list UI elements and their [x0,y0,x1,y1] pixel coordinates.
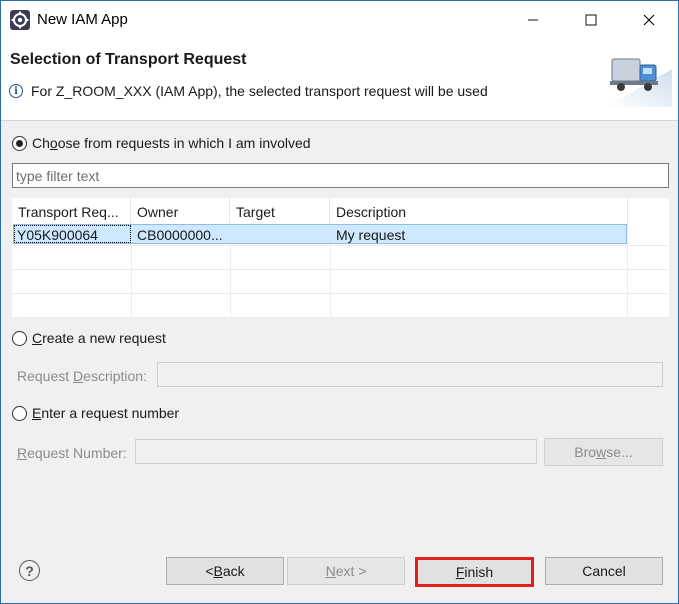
column-header-transport-request[interactable]: Transport Req... [12,198,131,224]
header-message: i For Z_ROOM_XXX (IAM App), the selected… [9,83,488,99]
table-row-empty [12,294,669,318]
close-button[interactable] [620,1,678,39]
column-header-description[interactable]: Description [330,198,628,224]
info-icon: i [9,84,23,98]
finish-button[interactable]: Finish [415,557,534,587]
page-title: Selection of Transport Request [10,51,247,68]
enter-request-radio[interactable] [12,405,27,421]
table-row-empty [12,246,669,270]
cell-description: My request [336,227,406,243]
enter-request-label: Enter a request number [32,405,180,421]
column-header-owner[interactable]: Owner [131,198,230,224]
request-description-input[interactable] [157,362,663,387]
dialog-window: New IAM App Selection of Transport Reque… [0,0,679,604]
next-button[interactable]: Next > [287,557,405,585]
selected-table-row[interactable]: Y05K900064 CB0000000... My request [13,224,627,244]
create-request-radio[interactable] [12,330,27,346]
create-request-option[interactable]: Create a new request [12,330,166,346]
requests-table: Transport Req... Owner Target Descriptio… [12,198,669,318]
choose-requests-option[interactable]: Choose from requests in which I am invol… [12,135,311,151]
back-button[interactable]: < Back [166,557,284,585]
minimize-button[interactable] [504,1,562,39]
choose-requests-radio[interactable] [12,135,27,151]
wizard-header: Selection of Transport Request i For Z_R… [1,39,678,121]
close-icon [643,14,655,26]
transport-truck-icon [606,58,672,107]
table-header: Transport Req... Owner Target Descriptio… [12,198,669,224]
request-number-label: Request Number: [17,445,127,461]
column-header-target[interactable]: Target [230,198,330,224]
title-bar: New IAM App [1,1,678,39]
cell-owner: CB0000000... [137,227,223,243]
filter-input[interactable] [12,163,669,188]
request-number-input[interactable] [135,439,537,464]
request-description-label: Request Description: [17,368,147,384]
maximize-icon [585,14,597,26]
header-message-text: For Z_ROOM_XXX (IAM App), the selected t… [31,83,488,99]
cancel-button[interactable]: Cancel [545,557,663,585]
table-row-empty [12,270,669,294]
window-title: New IAM App [37,11,128,28]
choose-requests-label: Choose from requests in which I am invol… [32,135,311,151]
eclipse-gear-icon [10,10,30,30]
maximize-button[interactable] [562,1,620,39]
help-icon[interactable]: ? [19,560,40,581]
enter-request-option[interactable]: Enter a request number [12,405,179,421]
create-request-label: Create a new request [32,330,166,346]
browse-button[interactable]: Bro w se... [544,438,663,466]
minimize-icon [528,19,538,21]
cell-transport-request: Y05K900064 [17,227,98,243]
